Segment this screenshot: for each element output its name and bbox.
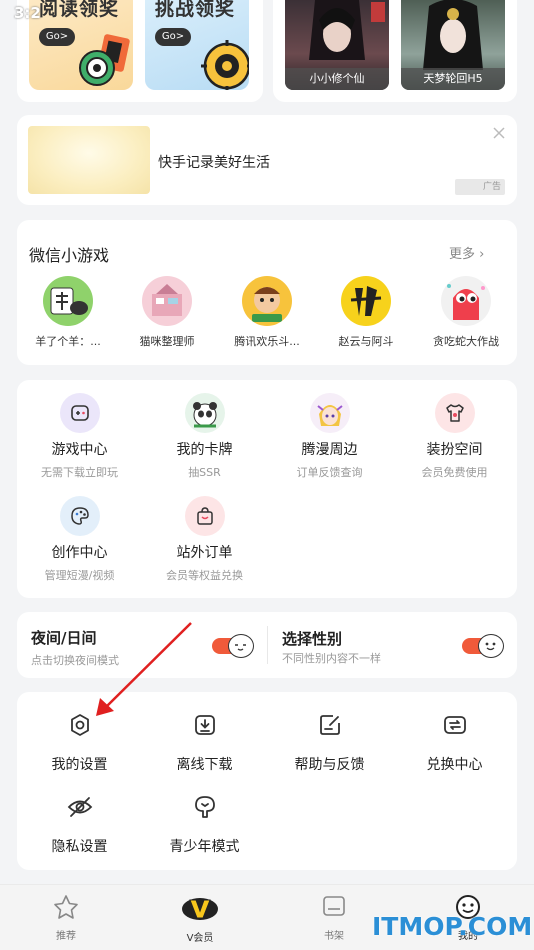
mini-game-item[interactable]: 猫咪整理师 <box>117 276 217 349</box>
night-mode-title: 夜间/日间 <box>31 629 97 647</box>
tab-label: 推荐 <box>56 931 76 942</box>
tool-subtitle: 抽SSR <box>188 466 221 479</box>
cover-caption: 天梦轮回H5 <box>401 68 505 90</box>
tool-subtitle: 无需下载立即玩 <box>41 466 118 479</box>
gamepad-icon <box>59 393 100 433</box>
tool-subtitle: 订单反馈查询 <box>296 466 363 479</box>
setting-offline-download[interactable]: 离线下载 <box>142 710 267 774</box>
cover-caption: 小小修个仙 <box>285 68 389 90</box>
tab-label: V会员 <box>186 933 214 944</box>
setting-label: 兑换中心 <box>426 757 483 773</box>
tab-label: 书架 <box>324 931 344 942</box>
watermark: ITMOP.COM <box>372 912 533 941</box>
setting-privacy[interactable]: 隐私设置 <box>17 792 142 856</box>
tool-title: 游戏中心 <box>51 442 108 458</box>
tab-recommend[interactable]: 推荐 <box>26 893 106 942</box>
teen-mode-icon <box>142 792 267 822</box>
anime-character-icon <box>309 393 350 433</box>
mini-game-item[interactable]: 贪吃蛇大作战 <box>416 276 516 349</box>
section-title: 微信小游戏 <box>29 246 110 265</box>
chevron-right-icon: › <box>479 247 485 262</box>
annotation-arrow <box>96 622 192 716</box>
mini-game-item[interactable]: 赵云与阿斗 <box>316 276 416 349</box>
promo-title: 阅读领奖 <box>39 0 120 20</box>
promo-go-button[interactable]: Go> <box>155 28 191 46</box>
setting-label: 青少年模式 <box>169 839 240 855</box>
gender-subtitle: 不同性别内容不一样 <box>282 652 381 665</box>
tool-my-cards[interactable]: 我的卡牌 抽SSR <box>142 393 267 480</box>
snake-game-icon <box>441 276 491 326</box>
cat-organizer-game-icon <box>142 276 192 326</box>
ad-card[interactable]: 快手记录美好生活 广告 <box>17 115 517 205</box>
tool-subtitle: 会员免费使用 <box>421 466 488 479</box>
tool-creator-center[interactable]: 创作中心 管理短漫/视频 <box>17 496 142 583</box>
tool-dressup[interactable]: 装扮空间 会员免费使用 <box>392 393 517 480</box>
tool-title: 装扮空间 <box>426 442 483 458</box>
game-label: 贪吃蛇大作战 <box>433 335 499 348</box>
tool-title: 腾漫周边 <box>301 442 358 458</box>
tool-merch[interactable]: 腾漫周边 订单反馈查询 <box>267 393 392 480</box>
game-label: 赵云与阿斗 <box>338 335 394 348</box>
tool-game-center[interactable]: 游戏中心 无需下载立即玩 <box>17 393 142 480</box>
setting-teen-mode[interactable]: 青少年模式 <box>142 792 267 856</box>
sheep-game-icon <box>43 276 93 326</box>
setting-help-feedback[interactable]: 帮助与反馈 <box>267 710 392 774</box>
game-label: 猫咪整理师 <box>139 335 195 348</box>
bookshelf-icon <box>323 896 345 916</box>
happy-fight-game-icon <box>242 276 292 326</box>
mini-game-item[interactable]: 腾讯欢乐斗... <box>217 276 317 349</box>
panda-avatar-icon <box>184 393 225 433</box>
game-label: 羊了个羊：... <box>35 335 101 348</box>
status-bar-time: 3:2 <box>14 4 41 22</box>
gender-title: 选择性别 <box>282 630 343 648</box>
tool-subtitle: 管理短漫/视频 <box>44 569 115 582</box>
setting-redeem-center[interactable]: 兑换中心 <box>392 710 517 774</box>
setting-my-settings[interactable]: 我的设置 <box>17 710 142 774</box>
more-label: 更多 <box>449 247 476 262</box>
promo-challenge-reward[interactable]: 挑战领奖 Go> <box>145 0 249 90</box>
game-label: 腾讯欢乐斗... <box>234 335 300 348</box>
ad-badge: 广告 <box>455 179 505 195</box>
tshirt-icon <box>434 393 475 433</box>
gender-toggle[interactable] <box>462 634 508 658</box>
eye-off-icon <box>17 792 142 822</box>
setting-label: 我的设置 <box>51 757 108 773</box>
promo-go-button[interactable]: Go> <box>39 28 75 46</box>
tool-external-orders[interactable]: 站外订单 会员等权益兑换 <box>142 496 267 583</box>
tab-bookshelf[interactable]: 书架 <box>294 893 374 942</box>
mini-game-item[interactable]: 羊了个羊：... <box>18 276 118 349</box>
shopping-bag-icon <box>184 496 225 536</box>
setting-label: 离线下载 <box>176 757 233 773</box>
star-icon <box>54 895 78 919</box>
zhaoyun-game-icon <box>341 276 391 326</box>
comic-cover-2[interactable]: 天梦轮回H5 <box>401 0 505 90</box>
tab-vip[interactable]: V会员 <box>160 893 240 944</box>
tool-title: 站外订单 <box>176 545 233 561</box>
night-mode-toggle[interactable] <box>212 634 258 658</box>
palette-icon <box>59 496 100 536</box>
promo-read-reward[interactable]: 阅读领奖 Go> <box>29 0 133 90</box>
feedback-edit-icon <box>267 710 392 740</box>
setting-label: 隐私设置 <box>51 839 108 855</box>
promo-title: 挑战领奖 <box>155 0 236 20</box>
vip-v-icon <box>182 898 218 920</box>
close-icon[interactable] <box>493 127 505 139</box>
smile-face-icon <box>478 634 504 658</box>
comic-cover-1[interactable]: 小小修个仙 <box>285 0 389 90</box>
ship-wheel-icon <box>201 40 249 90</box>
divider <box>267 626 268 664</box>
ad-image <box>28 126 150 194</box>
setting-label: 帮助与反馈 <box>294 757 365 773</box>
ad-text: 快手记录美好生活 <box>158 155 270 171</box>
more-link[interactable]: 更多 › <box>449 243 484 262</box>
exchange-icon <box>392 710 517 740</box>
tool-title: 创作中心 <box>51 545 108 561</box>
book-target-icon <box>79 34 130 86</box>
tool-subtitle: 会员等权益兑换 <box>166 569 243 582</box>
sleepy-face-icon <box>228 634 254 658</box>
tool-title: 我的卡牌 <box>176 442 233 458</box>
ad-badge-label: 广告 <box>482 182 501 192</box>
